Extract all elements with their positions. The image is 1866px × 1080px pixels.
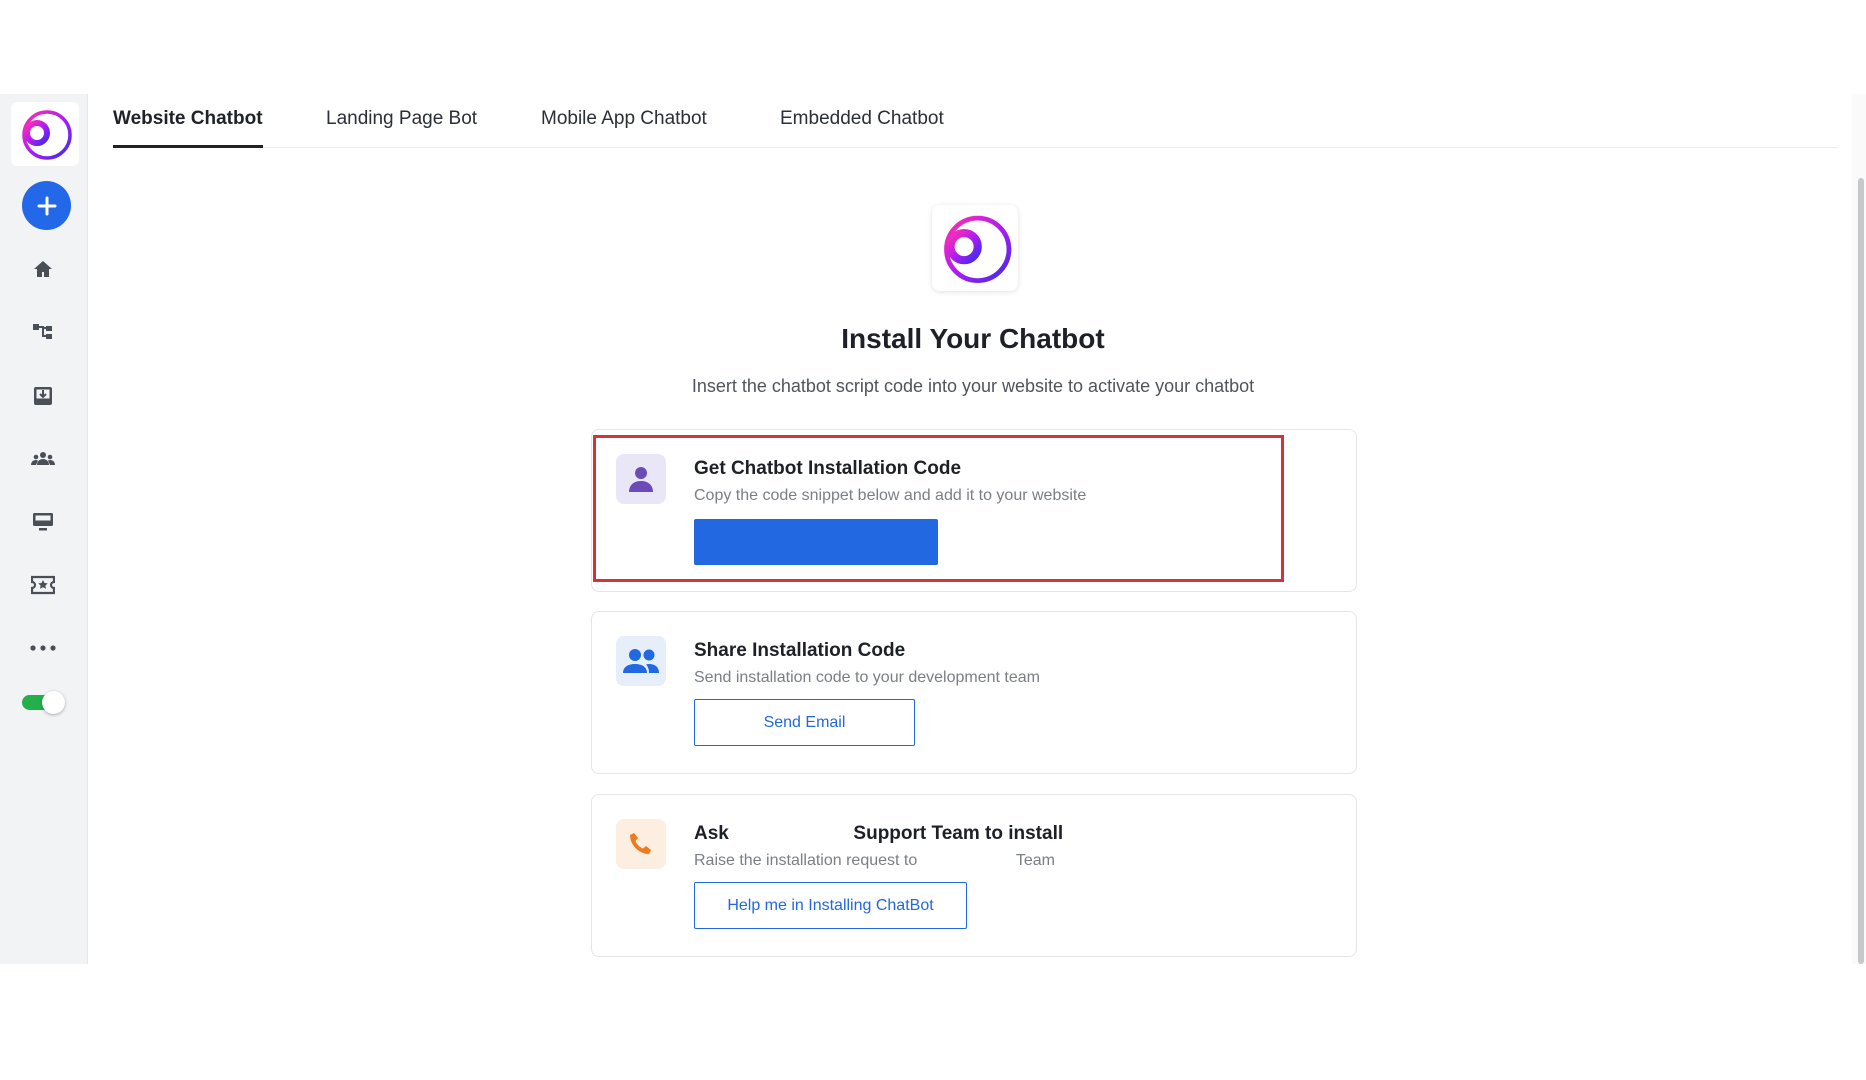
tab-mobile-app-chatbot[interactable]: Mobile App Chatbot <box>541 108 707 148</box>
team-icon <box>31 452 55 465</box>
tab-bar: Website Chatbot Landing Page Bot Mobile … <box>113 94 1838 148</box>
card-icon-container <box>616 819 666 869</box>
user-icon <box>629 467 653 492</box>
scrollbar-thumb[interactable] <box>1858 178 1864 964</box>
send-email-button[interactable]: Send Email <box>694 699 915 746</box>
monitor-icon <box>33 513 53 531</box>
brand-logo-icon <box>944 215 1012 283</box>
toggle-knob <box>42 691 65 714</box>
chatbot-logo <box>932 205 1018 291</box>
status-toggle[interactable] <box>22 690 66 714</box>
group-icon <box>623 649 659 673</box>
card-description-part-a: Raise the installation request to <box>694 852 918 869</box>
more-icon <box>30 645 56 651</box>
sidebar-item-more[interactable] <box>28 633 58 663</box>
card-title: Share Installation Code <box>694 640 906 661</box>
card-description: Raise the installation request to Team <box>694 852 1055 870</box>
card-icon-container <box>616 454 666 504</box>
card-title-part-support: Support Team to install <box>853 823 1064 844</box>
tab-website-chatbot[interactable]: Website Chatbot <box>113 108 263 148</box>
card-icon-container <box>616 636 666 686</box>
home-icon <box>34 261 52 277</box>
card-description: Send installation code to your developme… <box>694 669 1040 686</box>
get-installation-code-button[interactable] <box>694 519 938 565</box>
app-window: Website Chatbot Landing Page Bot Mobile … <box>0 94 1866 964</box>
add-button[interactable] <box>22 181 71 230</box>
sidebar <box>0 94 88 964</box>
card-get-installation-code: Get Chatbot Installation Code Copy the c… <box>591 429 1357 592</box>
phone-icon <box>630 833 651 854</box>
tab-landing-page-bot[interactable]: Landing Page Bot <box>326 108 477 148</box>
card-share-installation-code: Share Installation Code Send installatio… <box>591 611 1357 774</box>
page-subtitle: Insert the chatbot script code into your… <box>691 376 1255 396</box>
card-description: Copy the code snippet below and add it t… <box>694 487 1087 504</box>
sidebar-item-team[interactable] <box>28 444 58 474</box>
page-title: Install Your Chatbot <box>841 323 1105 354</box>
sidebar-item-monitor[interactable] <box>28 507 58 537</box>
brand-logo-icon <box>22 110 72 160</box>
card-title-part-ask: Ask <box>694 823 729 844</box>
sidebar-item-home[interactable] <box>28 254 58 284</box>
app-logo[interactable] <box>11 102 79 166</box>
tab-embedded-chatbot[interactable]: Embedded Chatbot <box>780 108 944 148</box>
card-title: Ask Support Team to install <box>694 823 1063 845</box>
card-description-part-b: Team <box>1015 852 1055 869</box>
card-title: Get Chatbot Installation Code <box>694 458 962 479</box>
ticket-icon <box>31 575 55 595</box>
help-installing-chatbot-button[interactable]: Help me in Installing ChatBot <box>694 882 967 929</box>
sidebar-item-tickets[interactable] <box>28 570 58 600</box>
plus-icon <box>37 196 56 215</box>
card-ask-support-team: Ask Support Team to install Raise the in… <box>591 794 1357 957</box>
